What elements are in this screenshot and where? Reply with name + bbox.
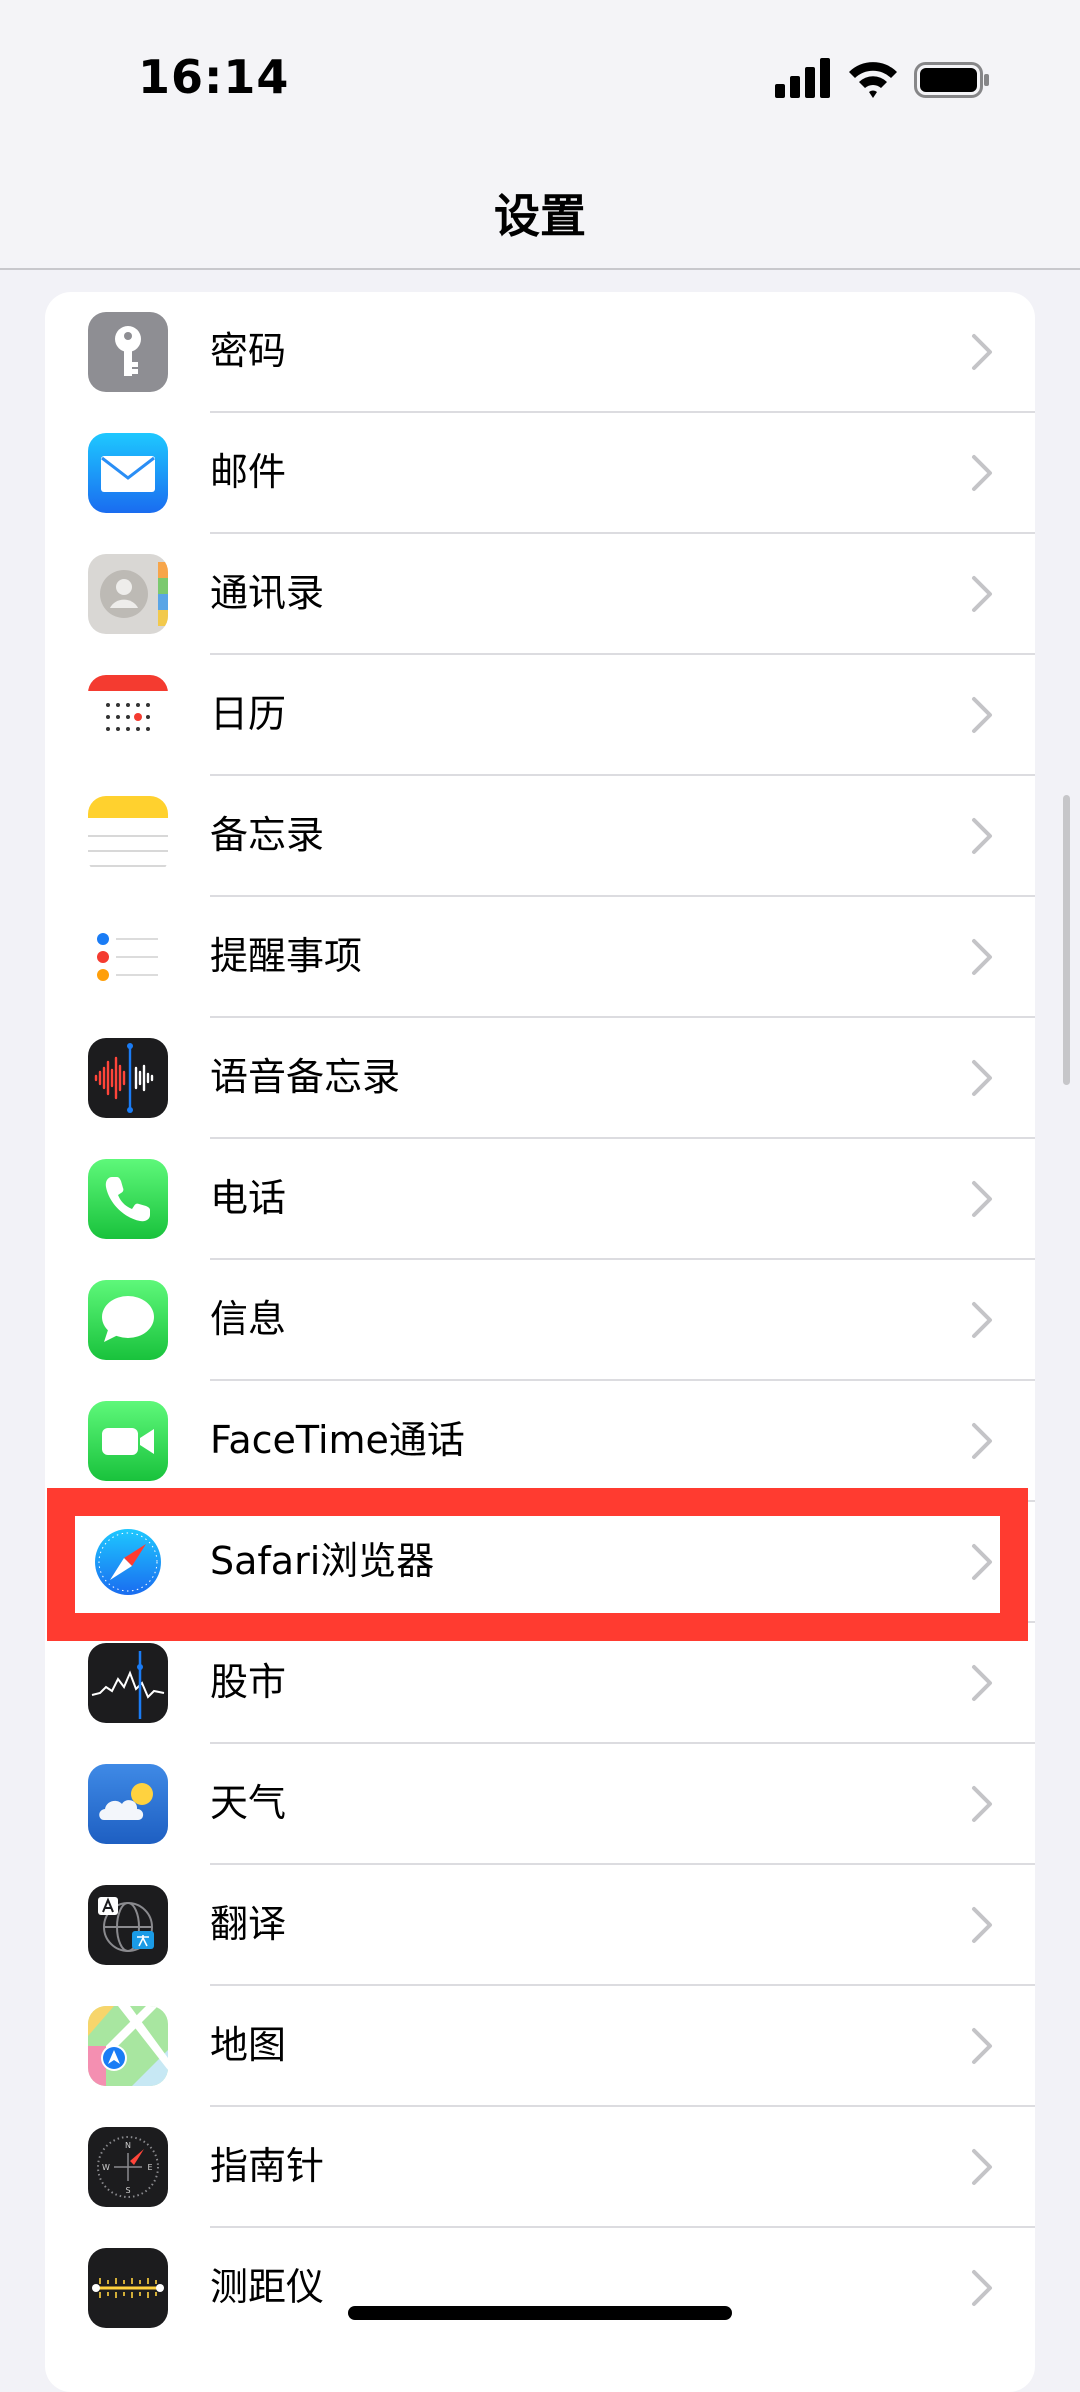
settings-item-maps[interactable]: 地图 <box>45 1986 1035 2107</box>
page-title: 设置 <box>494 189 586 243</box>
status-time: 16:14 <box>138 50 290 104</box>
navigation-bar: 设置 <box>0 160 1080 270</box>
settings-item-contacts[interactable]: 通讯录 <box>45 534 1035 655</box>
chevron-right-icon <box>972 939 992 975</box>
weather-icon <box>88 1764 168 1844</box>
settings-item-label: 日历 <box>210 692 287 736</box>
scroll-indicator[interactable] <box>1063 795 1070 1085</box>
settings-item-label: 提醒事项 <box>210 934 363 978</box>
reminders-icon <box>88 917 168 997</box>
chevron-right-icon <box>972 1302 992 1338</box>
settings-item-measure[interactable]: 测距仪 <box>45 2228 1035 2349</box>
settings-item-label: 电话 <box>210 1176 287 1220</box>
settings-item-weather[interactable]: 天气 <box>45 1744 1035 1865</box>
chevron-right-icon <box>972 1060 992 1096</box>
settings-item-compass[interactable]: N S W E 指南针 <box>45 2107 1035 2228</box>
safari-highlight-box <box>47 1488 1028 1641</box>
settings-item-label: 天气 <box>210 1781 287 1825</box>
facetime-icon <box>88 1401 168 1481</box>
settings-item-notes[interactable]: 备忘录 <box>45 776 1035 897</box>
translate-icon <box>88 1885 168 1965</box>
voice-memos-icon <box>88 1038 168 1118</box>
maps-icon <box>88 2006 168 2086</box>
chevron-right-icon <box>972 2028 992 2064</box>
svg-text:S: S <box>125 2186 130 2195</box>
chevron-right-icon <box>972 1181 992 1217</box>
chevron-right-icon <box>972 1665 992 1701</box>
status-bar: 16:14 <box>0 0 1080 160</box>
chevron-right-icon <box>972 2270 992 2306</box>
home-indicator[interactable] <box>348 2306 732 2320</box>
chevron-right-icon <box>972 1423 992 1459</box>
settings-item-translate[interactable]: 翻译 <box>45 1865 1035 1986</box>
settings-item-calendar[interactable]: 日历 <box>45 655 1035 776</box>
settings-item-mail[interactable]: 邮件 <box>45 413 1035 534</box>
measure-icon <box>88 2248 168 2328</box>
settings-list: 密码 邮件 通讯录 日历 备忘录 提醒事项 语音备忘录 电话 信息 FaceTi… <box>45 292 1035 2392</box>
contacts-icon <box>88 554 168 634</box>
settings-item-label: 指南针 <box>210 2144 325 2188</box>
settings-item-label: 股市 <box>210 1660 287 1704</box>
settings-item-label: 密码 <box>210 329 287 373</box>
settings-item-label: 语音备忘录 <box>210 1055 401 1099</box>
settings-item-phone[interactable]: 电话 <box>45 1139 1035 1260</box>
settings-item-passwords[interactable]: 密码 <box>45 292 1035 413</box>
messages-icon <box>88 1280 168 1360</box>
chevron-right-icon <box>972 576 992 612</box>
mail-icon <box>88 433 168 513</box>
calendar-icon <box>88 675 168 755</box>
compass-icon: N S W E <box>88 2127 168 2207</box>
cellular-signal-icon <box>775 58 830 98</box>
chevron-right-icon <box>972 334 992 370</box>
settings-item-label: 通讯录 <box>210 571 325 615</box>
chevron-right-icon <box>972 2149 992 2185</box>
stocks-icon <box>88 1643 168 1723</box>
phone-icon <box>88 1159 168 1239</box>
settings-item-label: 备忘录 <box>210 813 325 857</box>
svg-text:E: E <box>147 2163 152 2172</box>
settings-item-label: 邮件 <box>210 450 287 494</box>
settings-item-label: 地图 <box>210 2023 287 2067</box>
settings-item-label: 信息 <box>210 1297 287 1341</box>
chevron-right-icon <box>972 818 992 854</box>
settings-item-messages[interactable]: 信息 <box>45 1260 1035 1381</box>
svg-text:N: N <box>125 2141 131 2150</box>
battery-icon <box>914 62 989 98</box>
settings-item-label: FaceTime通话 <box>210 1418 465 1462</box>
settings-item-facetime[interactable]: FaceTime通话 <box>45 1381 1035 1502</box>
chevron-right-icon <box>972 697 992 733</box>
svg-text:W: W <box>102 2163 110 2172</box>
notes-icon <box>88 796 168 876</box>
settings-item-reminders[interactable]: 提醒事项 <box>45 897 1035 1018</box>
chevron-right-icon <box>972 455 992 491</box>
settings-item-label: 测距仪 <box>210 2265 325 2309</box>
chevron-right-icon <box>972 1786 992 1822</box>
settings-item-stocks[interactable]: 股市 <box>45 1623 1035 1744</box>
settings-item-voice-memos[interactable]: 语音备忘录 <box>45 1018 1035 1139</box>
chevron-right-icon <box>972 1907 992 1943</box>
settings-item-label: 翻译 <box>210 1902 287 1946</box>
key-icon <box>88 312 168 392</box>
wifi-icon <box>849 62 897 98</box>
